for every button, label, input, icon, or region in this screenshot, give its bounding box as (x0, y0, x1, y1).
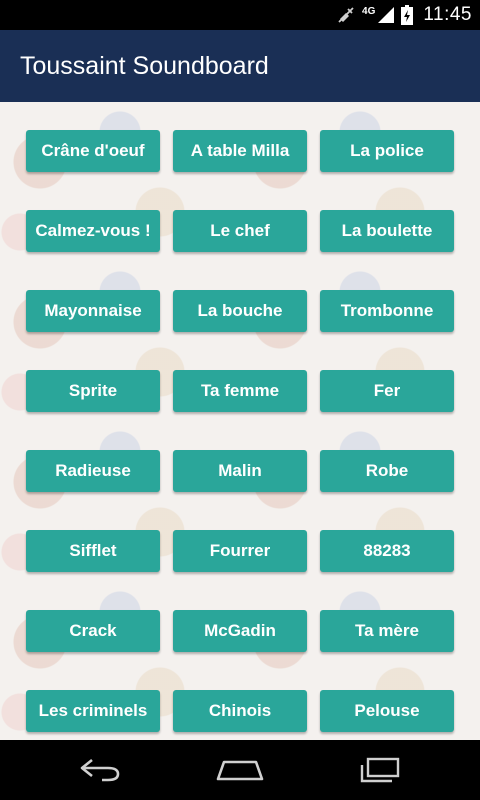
sound-button-pelouse[interactable]: Pelouse (320, 690, 454, 732)
sound-button-robe[interactable]: Robe (320, 450, 454, 492)
sound-button-crack[interactable]: Crack (26, 610, 160, 652)
sound-button-trombonne[interactable]: Trombonne (320, 290, 454, 332)
sound-button-mcgadin[interactable]: McGadin (173, 610, 307, 652)
soundboard-content[interactable]: Crâne d'oeuf A table Milla La police Cal… (0, 102, 480, 740)
sound-button-fer[interactable]: Fer (320, 370, 454, 412)
sound-button-ta-femme[interactable]: Ta femme (173, 370, 307, 412)
navigation-bar (0, 740, 480, 800)
app-title: Toussaint Soundboard (20, 52, 269, 80)
back-button[interactable] (40, 740, 160, 800)
sound-button-crane-doeuf[interactable]: Crâne d'oeuf (26, 130, 160, 172)
home-button[interactable] (180, 740, 300, 800)
status-icons: 4G 11:45 (336, 0, 472, 30)
sound-button-88283[interactable]: 88283 (320, 530, 454, 572)
muted-icon (336, 5, 356, 25)
sound-button-radieuse[interactable]: Radieuse (26, 450, 160, 492)
signal-icon (377, 6, 395, 24)
sound-button-calmez-vous[interactable]: Calmez-vous ! (26, 210, 160, 252)
back-icon (78, 757, 122, 783)
status-bar: 4G 11:45 (0, 0, 480, 30)
sound-button-la-police[interactable]: La police (320, 130, 454, 172)
sound-button-grid: Crâne d'oeuf A table Milla La police Cal… (26, 130, 454, 732)
network-type-label: 4G (362, 5, 376, 17)
sound-button-le-chef[interactable]: Le chef (173, 210, 307, 252)
sound-button-mayonnaise[interactable]: Mayonnaise (26, 290, 160, 332)
sound-button-ta-mere[interactable]: Ta mère (320, 610, 454, 652)
sound-button-la-boulette[interactable]: La boulette (320, 210, 454, 252)
home-icon (216, 758, 264, 782)
sound-button-sprite[interactable]: Sprite (26, 370, 160, 412)
sound-button-chinois[interactable]: Chinois (173, 690, 307, 732)
recents-button[interactable] (320, 740, 440, 800)
sound-button-sifflet[interactable]: Sifflet (26, 530, 160, 572)
sound-button-fourrer[interactable]: Fourrer (173, 530, 307, 572)
recents-icon (358, 757, 402, 783)
sound-button-malin[interactable]: Malin (173, 450, 307, 492)
sound-button-a-table-milla[interactable]: A table Milla (173, 130, 307, 172)
app-bar: Toussaint Soundboard (0, 30, 480, 102)
sound-button-les-criminels[interactable]: Les criminels (26, 690, 160, 732)
battery-icon (401, 5, 414, 25)
sound-button-la-bouche[interactable]: La bouche (173, 290, 307, 332)
clock: 11:45 (423, 4, 472, 25)
